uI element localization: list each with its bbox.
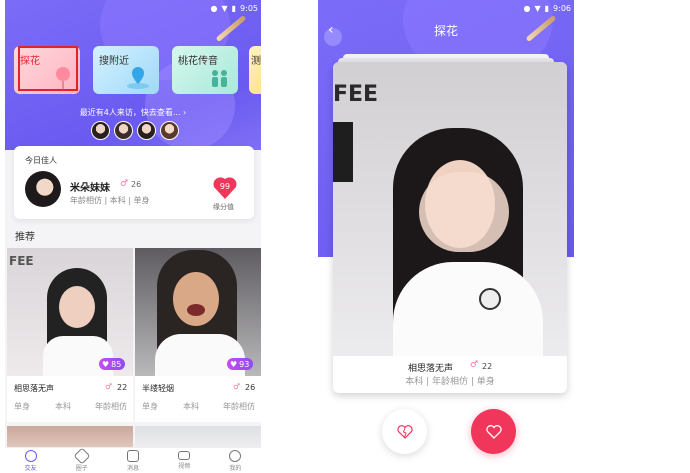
gender-icon: ♂ bbox=[470, 360, 479, 370]
category-label: 桃花传音 bbox=[178, 56, 218, 67]
message-icon bbox=[127, 449, 139, 462]
category-label: 探花 bbox=[20, 56, 40, 67]
home-screen: ● ▼ ▮ 9:05 探花 搜附近 桃花传音 测 最近有4人来访，快去查看...… bbox=[5, 0, 261, 473]
profile-card[interactable]: FEE 相思落无声 ♂ 22 本科 | 年龄相仿 | 单身 bbox=[333, 62, 567, 393]
dislike-button[interactable] bbox=[382, 409, 427, 454]
section-title: 推荐 bbox=[15, 232, 35, 243]
list-item[interactable]: ♥ 93 半缕轻烟 ♂ 26 单身 本科 年龄相仿 bbox=[135, 248, 261, 422]
photo-sign: FEE bbox=[333, 82, 379, 107]
user-name: 米朵妹妹 bbox=[70, 183, 110, 194]
user-photo: ♥ 93 bbox=[135, 248, 261, 376]
recent-visitors-link[interactable]: 最近有4人来访，快去查看... › bbox=[5, 107, 261, 118]
circle-icon bbox=[73, 447, 91, 464]
wifi-icon: ▼ bbox=[221, 4, 228, 13]
photo-sign: FEE bbox=[9, 254, 34, 268]
score-value: 99 bbox=[219, 182, 231, 191]
tab-video[interactable]: 视频 bbox=[159, 448, 210, 473]
score-pill: ♥ 93 bbox=[227, 358, 254, 370]
category-label: 搜附近 bbox=[99, 56, 129, 67]
tag: 本科 bbox=[183, 402, 199, 411]
category-nearby[interactable]: 搜附近 bbox=[93, 46, 159, 94]
status-time: 9:05 bbox=[240, 4, 258, 13]
tab-friends[interactable]: 交友 bbox=[5, 448, 56, 473]
avatar[interactable] bbox=[137, 121, 156, 140]
user-photo: FEE ♥ 85 bbox=[7, 248, 133, 376]
heart-icon: 99 bbox=[211, 174, 239, 200]
category-label: 测 bbox=[251, 56, 261, 67]
tag: 本科 bbox=[55, 402, 71, 411]
user-tags: 本科 | 年龄相仿 | 单身 bbox=[405, 377, 495, 387]
tab-circle[interactable]: 圈子 bbox=[56, 447, 107, 473]
couple-icon bbox=[212, 70, 227, 87]
card-title: 今日佳人 bbox=[25, 156, 57, 165]
battery-icon: ▮ bbox=[231, 4, 237, 13]
tab-profile[interactable]: 我的 bbox=[210, 448, 261, 473]
chevron-right-icon: › bbox=[183, 108, 187, 117]
avatar bbox=[25, 171, 61, 207]
status-time: 9:06 bbox=[553, 4, 571, 13]
status-bar: ● ▼ ▮ 9:06 bbox=[523, 4, 571, 13]
avatar[interactable] bbox=[114, 121, 133, 140]
status-bar: ● ▼ ▮ 9:05 bbox=[210, 4, 258, 13]
location-pin-icon bbox=[127, 67, 149, 89]
today-best-card[interactable]: 今日佳人 米朵妹妹 ♂ 26 年龄相仿 | 本科 | 单身 99 缘分值 bbox=[14, 146, 254, 219]
balloon-icon bbox=[56, 67, 70, 90]
avatar[interactable] bbox=[160, 121, 179, 140]
gender-icon: ♂ bbox=[233, 382, 241, 391]
battery-icon: ▮ bbox=[544, 4, 550, 13]
like-button[interactable] bbox=[471, 409, 516, 454]
tag: 单身 bbox=[142, 402, 158, 411]
score-pill: ♥ 85 bbox=[99, 358, 126, 370]
user-age: 22 bbox=[117, 383, 128, 392]
profile-icon bbox=[229, 449, 242, 462]
user-age: 26 bbox=[131, 180, 142, 189]
location-icon: ● bbox=[523, 4, 531, 13]
avatar[interactable] bbox=[91, 121, 110, 140]
wifi-icon: ▼ bbox=[534, 4, 541, 13]
friends-icon bbox=[24, 449, 37, 462]
user-name: 相思落无声 bbox=[408, 364, 454, 374]
video-icon bbox=[178, 451, 191, 460]
profile-photo: FEE bbox=[333, 62, 567, 356]
location-icon: ● bbox=[210, 4, 218, 13]
tag: 单身 bbox=[14, 402, 30, 411]
user-name: 半缕轻烟 bbox=[142, 384, 174, 393]
user-age: 26 bbox=[245, 383, 256, 392]
heart-icon: ♥ bbox=[102, 359, 110, 369]
tab-message[interactable]: 消息 bbox=[107, 448, 158, 473]
user-tags: 年龄相仿 | 本科 | 单身 bbox=[70, 196, 150, 205]
user-name: 相思落无声 bbox=[14, 384, 54, 393]
gender-icon: ♂ bbox=[120, 179, 129, 189]
user-age: 22 bbox=[482, 362, 493, 371]
page-title: 探花 bbox=[433, 24, 458, 38]
category-test[interactable]: 测 bbox=[249, 46, 261, 94]
heart-icon bbox=[485, 424, 502, 439]
heart-icon: ♥ bbox=[230, 359, 238, 369]
tab-bar: 交友 圈子 消息 视频 我的 bbox=[5, 447, 261, 473]
category-tanhua[interactable]: 探花 bbox=[14, 46, 80, 94]
broken-heart-icon bbox=[396, 424, 413, 439]
list-item[interactable]: FEE ♥ 85 相思落无声 ♂ 22 单身 本科 年龄相仿 bbox=[7, 248, 133, 422]
tag: 年龄相仿 bbox=[223, 402, 255, 411]
tanhua-screen: ● ▼ ▮ 9:06 ‹ 探花 FEE 相思落无声 ♂ 22 本科 | 年龄相仿… bbox=[318, 0, 574, 473]
category-peach-voice[interactable]: 桃花传音 bbox=[172, 46, 238, 94]
score-label: 缘分值 bbox=[213, 203, 234, 211]
gender-icon: ♂ bbox=[105, 382, 113, 391]
tag: 年龄相仿 bbox=[95, 402, 127, 411]
